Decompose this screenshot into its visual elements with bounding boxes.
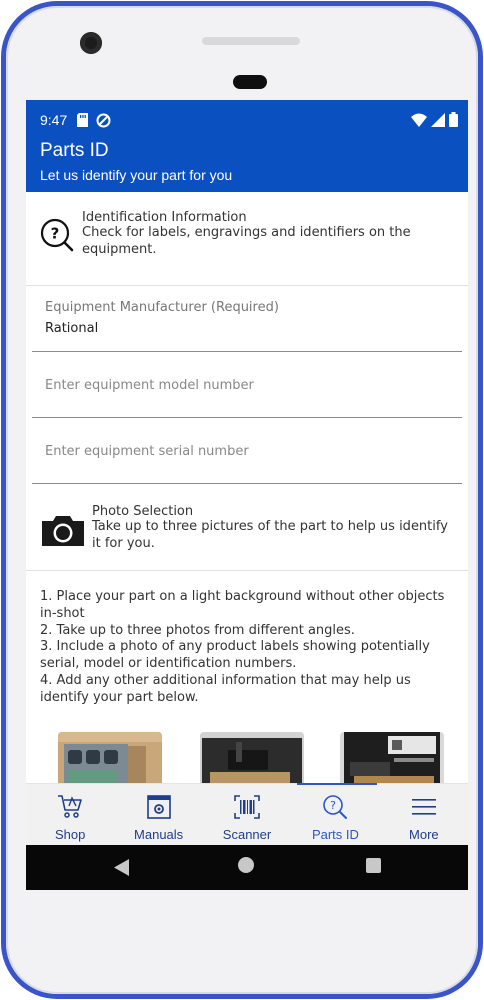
nav-shop-label: Shop xyxy=(55,827,86,842)
proximity-sensor xyxy=(233,75,267,89)
bottom-nav: Shop Manuals Scanner ? Parts ID More xyxy=(26,783,468,845)
identification-title: Identification Information xyxy=(82,210,247,225)
nav-more-label: More xyxy=(409,827,439,842)
help-search-icon: ? xyxy=(40,218,74,252)
wifi-icon xyxy=(411,113,427,127)
status-bar: 9:47 xyxy=(26,100,468,140)
home-icon[interactable] xyxy=(238,857,254,873)
photo-selection[interactable]: Photo Selection Take up to three picture… xyxy=(26,484,468,571)
serial-number-placeholder[interactable]: Enter equipment serial number xyxy=(45,444,249,459)
nav-parts-id[interactable]: ? Parts ID xyxy=(291,783,379,845)
app-bar: Parts ID Let us identify your part for y… xyxy=(26,140,468,192)
instruction-item: 2. Take up to three photos from differen… xyxy=(40,622,355,638)
model-number-placeholder[interactable]: Enter equipment model number xyxy=(45,378,254,393)
parts-id-icon: ? xyxy=(323,795,348,819)
main-content[interactable]: ? Identification Information Check for l… xyxy=(26,192,468,784)
manufacturer-label: Equipment Manufacturer (Required) xyxy=(45,300,279,315)
status-icons-right xyxy=(411,112,458,127)
manufacturer-field[interactable]: Equipment Manufacturer (Required) Ration… xyxy=(32,286,462,352)
svg-text:?: ? xyxy=(51,225,60,243)
screen: 9:47 Parts ID Let us identify your part … xyxy=(26,100,468,890)
nav-manuals[interactable]: Manuals xyxy=(114,784,202,845)
nav-more[interactable]: More xyxy=(380,784,468,845)
instruction-item: 4. Add any other additional information … xyxy=(40,672,411,705)
barcode-icon xyxy=(234,795,260,819)
serial-number-field[interactable]: Enter equipment serial number xyxy=(32,418,462,484)
system-nav-bar xyxy=(26,845,468,890)
svg-text:?: ? xyxy=(331,799,337,812)
front-camera xyxy=(80,32,102,54)
menu-icon xyxy=(411,799,436,815)
part-photo-thumbnail[interactable] xyxy=(200,732,304,784)
nav-shop[interactable]: Shop xyxy=(26,784,114,845)
manufacturer-value[interactable]: Rational xyxy=(45,321,98,336)
photo-thumbnails xyxy=(26,732,468,784)
nav-scanner-label: Scanner xyxy=(222,827,272,842)
photo-selection-description: Take up to three pictures of the part to… xyxy=(92,519,448,551)
signal-icon xyxy=(431,112,445,127)
part-photo-thumbnail[interactable] xyxy=(58,732,162,784)
nav-parts-id-label: Parts ID xyxy=(311,827,359,842)
phone-body: 9:47 Parts ID Let us identify your part … xyxy=(6,6,478,994)
status-icons-left xyxy=(77,113,111,128)
part-photo-thumbnail[interactable] xyxy=(340,732,444,784)
identification-info: ? Identification Information Check for l… xyxy=(26,192,468,286)
data-saver-icon xyxy=(96,113,111,127)
page-title: Parts ID xyxy=(40,140,109,161)
nav-scanner[interactable]: Scanner xyxy=(203,784,291,845)
back-icon[interactable] xyxy=(114,859,130,876)
nav-manuals-label: Manuals xyxy=(134,827,184,842)
manuals-icon xyxy=(146,795,171,819)
active-tab-indicator xyxy=(297,783,378,785)
camera-icon[interactable] xyxy=(40,514,86,548)
photo-selection-title: Photo Selection xyxy=(92,504,194,519)
speaker-slot xyxy=(202,37,300,45)
instructions: 1. Place your part on a light background… xyxy=(26,571,468,707)
model-number-field[interactable]: Enter equipment model number xyxy=(32,352,462,418)
identification-description: Check for labels, engravings and identif… xyxy=(82,225,411,257)
status-time: 9:47 xyxy=(40,112,68,128)
battery-icon xyxy=(449,112,458,127)
shop-icon xyxy=(58,795,83,818)
instruction-item: 1. Place your part on a light background… xyxy=(40,589,445,621)
page-subtitle: Let us identify your part for you xyxy=(40,167,233,183)
recent-apps-icon[interactable] xyxy=(366,858,381,873)
instruction-item: 3. Include a photo of any product labels… xyxy=(40,639,430,672)
sd-card-icon xyxy=(77,113,89,127)
phone-frame: 9:47 Parts ID Let us identify your part … xyxy=(1,1,483,999)
